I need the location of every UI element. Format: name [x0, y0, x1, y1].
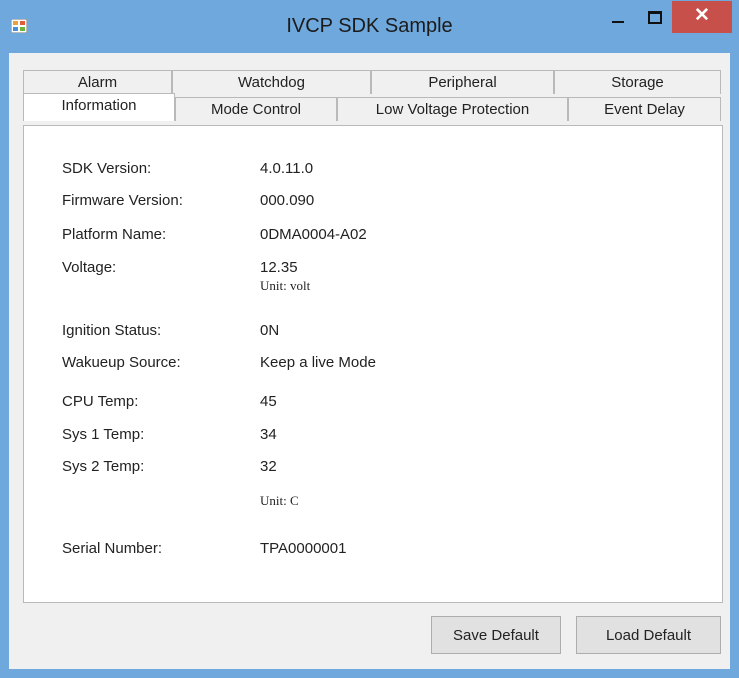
platform-name-value: 0DMA0004-A02 — [260, 226, 367, 243]
voltage-value: 12.35 — [260, 259, 298, 276]
sdk-version-label: SDK Version: — [62, 160, 152, 177]
wakeup-source-label: Wakueup Source: — [62, 354, 181, 371]
tab-peripheral[interactable]: Peripheral — [371, 70, 554, 94]
voltage-label: Voltage: — [62, 259, 117, 276]
wakeup-source-value: Keep a live Mode — [260, 354, 376, 371]
maximize-button[interactable] — [637, 1, 671, 33]
firmware-version-value: 000.090 — [260, 192, 315, 209]
sys1-temp-label: Sys 1 Temp: — [62, 426, 145, 443]
serial-number-value: TPA0000001 — [260, 540, 347, 557]
tab-watchdog[interactable]: Watchdog — [172, 70, 371, 94]
sys2-temp-label: Sys 2 Temp: — [62, 458, 145, 475]
ignition-status-label: Ignition Status: — [62, 322, 162, 339]
tab-storage[interactable]: Storage — [554, 70, 721, 94]
tab-alarm[interactable]: Alarm — [23, 70, 172, 94]
sdk-version-value: 4.0.11.0 — [260, 160, 314, 177]
close-button[interactable]: ✕ — [672, 1, 732, 33]
app-window: IVCP SDK Sample ✕ Alarm Watchdog Periphe… — [0, 0, 739, 678]
tab-event-delay[interactable]: Event Delay — [568, 97, 721, 121]
cpu-temp-value: 45 — [260, 393, 277, 410]
save-default-button[interactable]: Save Default — [431, 616, 561, 654]
tab-mode-control[interactable]: Mode Control — [175, 97, 337, 121]
cpu-temp-label: CPU Temp: — [62, 393, 139, 410]
tab-low-voltage-protection[interactable]: Low Voltage Protection — [337, 97, 568, 121]
client-area: Alarm Watchdog Peripheral Storage Inform… — [9, 53, 730, 669]
sys2-temp-value: 32 — [260, 458, 277, 475]
information-panel: SDK Version: 4.0.11.0 Firmware Version: … — [23, 125, 723, 603]
close-icon: ✕ — [694, 5, 710, 26]
load-default-button[interactable]: Load Default — [576, 616, 721, 654]
serial-number-label: Serial Number: — [62, 540, 163, 557]
title-bar[interactable]: IVCP SDK Sample ✕ — [1, 1, 738, 53]
platform-name-label: Platform Name: — [62, 226, 167, 243]
firmware-version-label: Firmware Version: — [62, 192, 183, 209]
sys1-temp-value: 34 — [260, 426, 277, 443]
minimize-button[interactable] — [601, 1, 635, 33]
voltage-unit: Unit: volt — [260, 278, 311, 293]
ignition-status-value: 0N — [260, 322, 280, 339]
tab-information[interactable]: Information — [23, 93, 175, 121]
temp-unit: Unit: C — [260, 493, 299, 508]
